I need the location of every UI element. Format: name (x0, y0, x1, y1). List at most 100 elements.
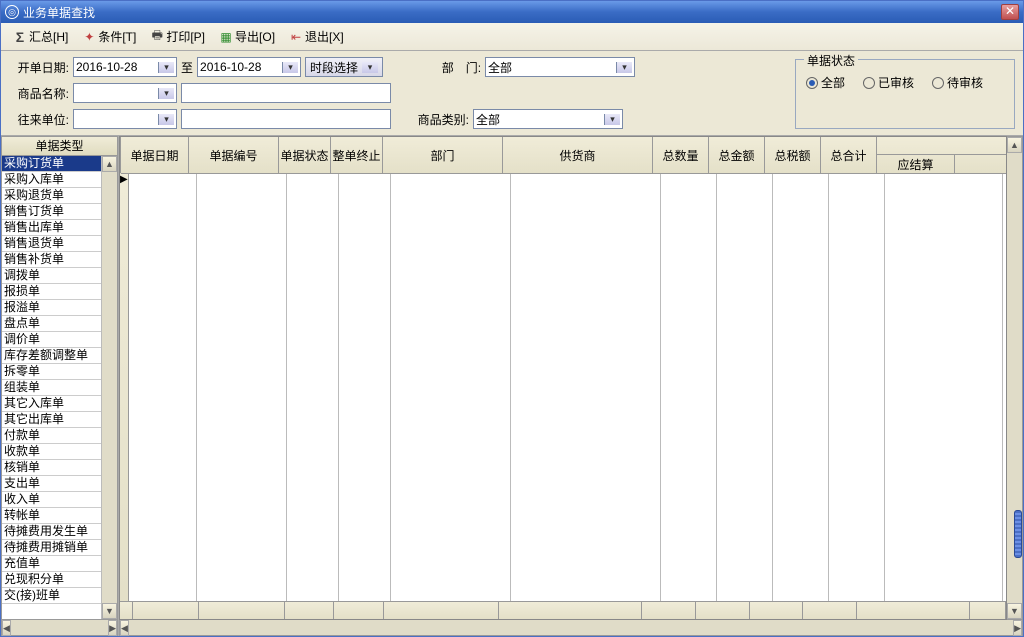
app-window: ◎ 业务单据查找 ✕ Σ 汇总[H] ✦ 条件[T] 🖶 打印[P] ▦ 导出[… (0, 0, 1024, 637)
doc-type-item[interactable]: 待摊费用发生单 (2, 524, 101, 540)
scroll-track[interactable] (102, 172, 117, 603)
doc-type-hscroll[interactable]: ◀ ▶ (1, 620, 118, 636)
partner-combo[interactable]: ▾ (73, 109, 177, 129)
chevron-down-icon: ▾ (362, 62, 378, 73)
doc-type-item[interactable]: 交(接)班单 (2, 588, 101, 604)
radio-label: 待审核 (947, 74, 983, 91)
doc-type-item[interactable]: 采购退货单 (2, 188, 101, 204)
print-label: 打印[P] (166, 28, 205, 45)
doc-type-item[interactable]: 充值单 (2, 556, 101, 572)
col-pre-next[interactable] (954, 155, 1007, 173)
date-to-input[interactable]: 2016-10-28 ▾ (197, 57, 301, 77)
doc-type-item[interactable]: 其它出库单 (2, 412, 101, 428)
product-dropdown-icon[interactable]: ▾ (158, 88, 174, 99)
col-vendor[interactable]: 供货商 (503, 137, 652, 173)
col-pre-group[interactable]: 预 (877, 137, 1007, 155)
summary-button[interactable]: Σ 汇总[H] (7, 26, 74, 47)
grid-scroll-down-icon[interactable]: ▼ (1007, 603, 1022, 619)
doc-type-item[interactable]: 采购订货单 (2, 156, 101, 172)
grid-header: 单据日期 单据编号 单据状态 整单终止 部门 供货商 总数量 总金额 总税额 总… (120, 137, 1006, 174)
grid-scroll-right-icon[interactable]: ▶ (1013, 620, 1022, 636)
col-dept[interactable]: 部门 (383, 137, 502, 173)
condition-icon: ✦ (82, 30, 96, 44)
doc-type-item[interactable]: 转帐单 (2, 508, 101, 524)
doc-type-item[interactable]: 收入单 (2, 492, 101, 508)
doc-type-item[interactable]: 销售退货单 (2, 236, 101, 252)
doc-type-item[interactable]: 兑现积分单 (2, 572, 101, 588)
category-label: 商品类别: (409, 111, 469, 128)
scroll-down-icon[interactable]: ▼ (102, 603, 117, 619)
doc-type-item[interactable]: 核销单 (2, 460, 101, 476)
doc-type-item[interactable]: 采购入库单 (2, 172, 101, 188)
product-combo[interactable]: ▾ (73, 83, 177, 103)
status-radio-全部[interactable]: 全部 (806, 74, 845, 91)
doc-type-item[interactable]: 报溢单 (2, 300, 101, 316)
grid-body[interactable]: ▶ (120, 174, 1006, 601)
radio-label: 全部 (821, 74, 845, 91)
doc-type-item[interactable]: 销售订货单 (2, 204, 101, 220)
status-radio-已审核[interactable]: 已审核 (863, 74, 914, 91)
doc-type-pane: 单据类型 采购订货单采购入库单采购退货单销售订货单销售出库单销售退货单销售补货单… (1, 136, 119, 636)
category-combo[interactable]: 全部 ▾ (473, 109, 623, 129)
col-tax[interactable]: 总税额 (765, 137, 820, 173)
exit-button[interactable]: ⇤ 退出[X] (283, 26, 350, 47)
product-name-input[interactable] (181, 83, 391, 103)
scroll-right-icon[interactable]: ▶ (108, 620, 117, 636)
col-amount[interactable]: 总金额 (709, 137, 764, 173)
grid-scroll-left-icon[interactable]: ◀ (120, 620, 129, 636)
category-dropdown-icon[interactable]: ▾ (604, 114, 620, 125)
col-code[interactable]: 单据编号 (189, 137, 278, 173)
doc-type-list[interactable]: 采购订货单采购入库单采购退货单销售订货单销售出库单销售退货单销售补货单调拨单报损… (2, 156, 101, 619)
col-date[interactable]: 单据日期 (121, 137, 188, 173)
period-select-button[interactable]: 时段选择 ▾ (305, 57, 383, 77)
sigma-icon: Σ (13, 30, 27, 44)
doc-type-item[interactable]: 销售出库单 (2, 220, 101, 236)
doc-type-item[interactable]: 销售补货单 (2, 252, 101, 268)
doc-type-item[interactable]: 支出单 (2, 476, 101, 492)
doc-type-item[interactable]: 收款单 (2, 444, 101, 460)
dept-dropdown-icon[interactable]: ▾ (616, 62, 632, 73)
window-title: 业务单据查找 (23, 4, 1001, 21)
col-total[interactable]: 总合计 (821, 137, 876, 173)
current-row-indicator-icon: ▶ (120, 174, 128, 185)
doc-type-item[interactable]: 调价单 (2, 332, 101, 348)
partner-dropdown-icon[interactable]: ▾ (158, 114, 174, 125)
doc-type-item[interactable]: 付款单 (2, 428, 101, 444)
print-button[interactable]: 🖶 打印[P] (144, 26, 211, 47)
col-qty[interactable]: 总数量 (653, 137, 708, 173)
grid-hscroll[interactable]: ◀ ▶ (119, 620, 1023, 636)
doc-type-item[interactable]: 组装单 (2, 380, 101, 396)
data-grid[interactable]: 单据日期 单据编号 单据状态 整单终止 部门 供货商 总数量 总金额 总税额 总… (119, 136, 1007, 620)
close-button[interactable]: ✕ (1001, 4, 1019, 20)
radio-icon (932, 77, 944, 89)
grid-scroll-up-icon[interactable]: ▲ (1007, 137, 1022, 153)
side-handle[interactable] (1014, 510, 1022, 558)
doc-type-item[interactable]: 拆零单 (2, 364, 101, 380)
export-button[interactable]: ▦ 导出[O] (213, 26, 281, 47)
doc-type-item[interactable]: 其它入库单 (2, 396, 101, 412)
grid-footer (120, 601, 1006, 619)
date-to-dropdown-icon[interactable]: ▾ (282, 62, 298, 73)
status-group: 单据状态 全部已审核待审核 (795, 59, 1015, 129)
col-terminate[interactable]: 整单终止 (331, 137, 382, 173)
status-radio-待审核[interactable]: 待审核 (932, 74, 983, 91)
scroll-up-icon[interactable]: ▲ (102, 156, 117, 172)
col-status[interactable]: 单据状态 (279, 137, 330, 173)
date-from-input[interactable]: 2016-10-28 ▾ (73, 57, 177, 77)
doc-type-item[interactable]: 盘点单 (2, 316, 101, 332)
doc-type-item[interactable]: 待摊费用摊销单 (2, 540, 101, 556)
condition-button[interactable]: ✦ 条件[T] (76, 26, 142, 47)
printer-icon: 🖶 (150, 30, 164, 44)
doc-type-item[interactable]: 报损单 (2, 284, 101, 300)
radio-icon (806, 77, 818, 89)
doc-type-item[interactable]: 调拨单 (2, 268, 101, 284)
doc-type-vscroll[interactable]: ▲ ▼ (101, 156, 117, 619)
dept-combo[interactable]: 全部 ▾ (485, 57, 635, 77)
doc-type-item[interactable]: 库存差额调整单 (2, 348, 101, 364)
col-settle[interactable]: 应结算 (877, 155, 954, 173)
partner-name-input[interactable] (181, 109, 391, 129)
date-from-dropdown-icon[interactable]: ▾ (158, 62, 174, 73)
radio-label: 已审核 (878, 74, 914, 91)
scroll-left-icon[interactable]: ◀ (2, 620, 11, 636)
exit-label: 退出[X] (305, 28, 344, 45)
